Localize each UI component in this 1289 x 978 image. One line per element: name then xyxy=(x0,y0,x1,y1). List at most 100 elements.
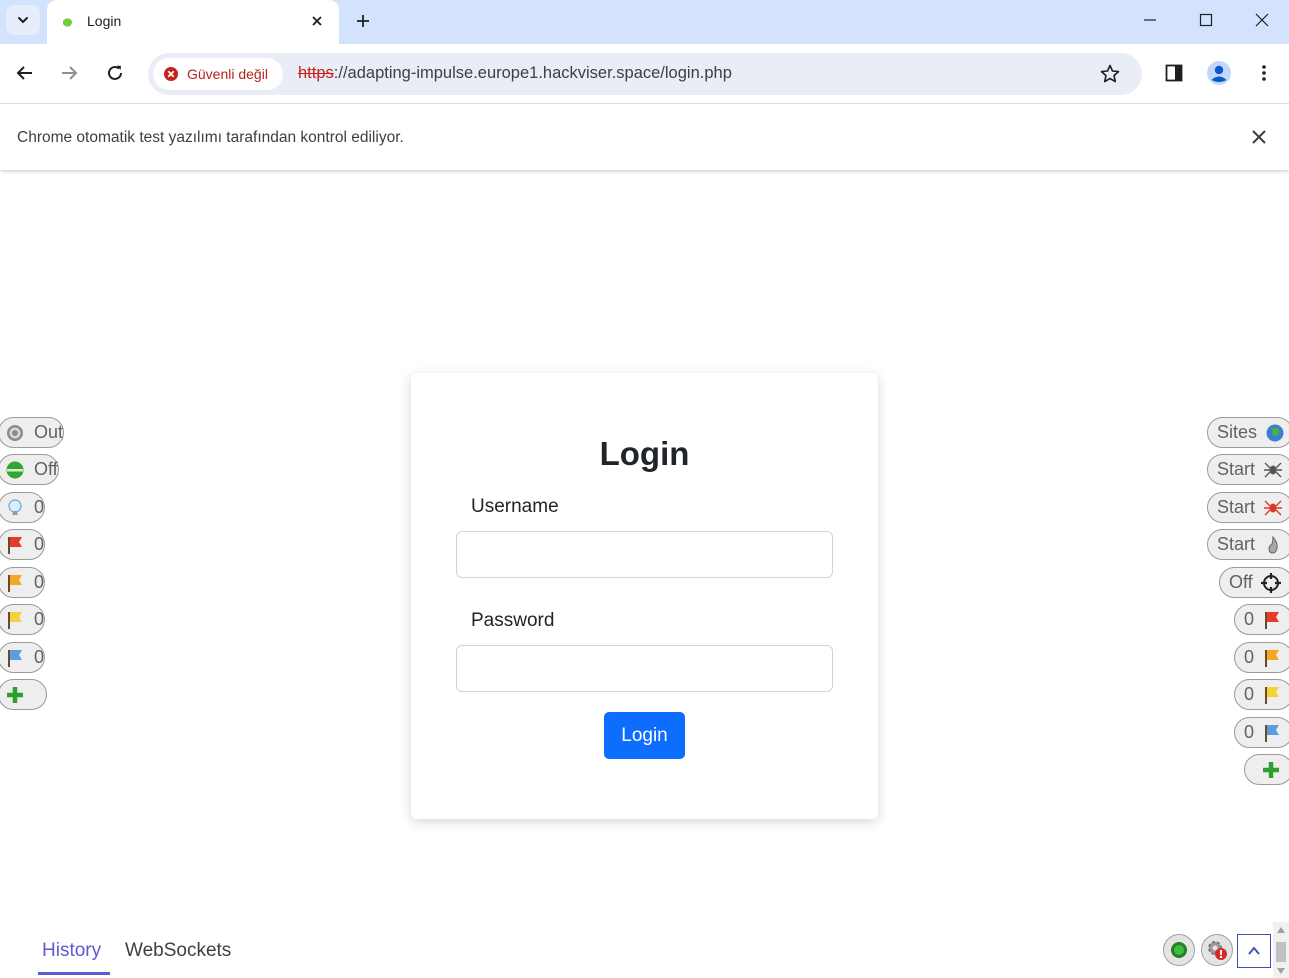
kebab-menu-icon xyxy=(1262,65,1266,81)
hud-attack-mode-label: Off xyxy=(1229,572,1253,592)
active-tab-indicator xyxy=(38,972,110,975)
hud-site-low-count: 0 xyxy=(1244,684,1255,704)
hud-status-button[interactable] xyxy=(1163,934,1195,966)
close-icon xyxy=(1252,130,1266,144)
hud-info-count: 0 xyxy=(34,647,45,667)
hud-spider-button[interactable]: Start xyxy=(1207,454,1289,485)
minimize-icon xyxy=(1144,19,1156,21)
hud-break-button[interactable]: Off xyxy=(0,454,59,485)
red-flag-icon xyxy=(5,535,25,555)
yellow-flag-icon xyxy=(5,610,25,630)
tab-websockets[interactable]: WebSockets xyxy=(125,940,231,962)
reload-icon xyxy=(108,65,122,80)
green-dot-icon xyxy=(5,460,25,480)
orange-flag-icon xyxy=(5,573,25,593)
hud-lightbulb-count: 0 xyxy=(34,497,45,517)
browser-tab[interactable]: Login xyxy=(47,0,339,44)
username-input[interactable] xyxy=(456,531,833,578)
tab-history[interactable]: History xyxy=(42,940,101,962)
forward-button[interactable] xyxy=(54,58,84,88)
profile-button[interactable] xyxy=(1205,59,1233,87)
close-icon xyxy=(1255,13,1269,27)
scroll-up-arrow-icon xyxy=(1277,927,1285,933)
green-dot-icon xyxy=(1171,942,1187,958)
drawer-expand-button[interactable] xyxy=(1237,934,1271,968)
hud-medium-count: 0 xyxy=(34,572,45,592)
login-card: Login Username Password Login xyxy=(411,373,878,819)
hud-low-count: 0 xyxy=(34,609,45,629)
spider-icon xyxy=(1263,460,1283,480)
password-input[interactable] xyxy=(456,645,833,692)
hud-alerts-page-button[interactable]: 0 xyxy=(0,492,46,523)
hud-site-medium-alerts-button[interactable]: 0 xyxy=(1234,642,1289,673)
avatar-icon xyxy=(1207,61,1231,85)
hud-add-site-tool-button[interactable] xyxy=(1244,754,1289,785)
hud-site-high-count: 0 xyxy=(1244,609,1255,629)
security-chip[interactable]: Güvenli değil xyxy=(153,58,283,90)
flame-icon xyxy=(1263,535,1283,555)
hud-site-info-count: 0 xyxy=(1244,722,1255,742)
hud-active-scan-button[interactable]: Start xyxy=(1207,529,1289,560)
plus-icon xyxy=(357,15,369,27)
hud-scope-button[interactable]: Out xyxy=(0,417,65,448)
security-label: Güvenli değil xyxy=(187,66,268,82)
gear-alert-icon xyxy=(1208,941,1227,960)
hud-sites-button[interactable]: Sites xyxy=(1207,417,1289,448)
tab-close-button[interactable] xyxy=(307,11,327,31)
hud-medium-alerts-button[interactable]: 0 xyxy=(0,567,46,598)
arrow-right-icon xyxy=(62,66,78,80)
back-button[interactable] xyxy=(10,58,40,88)
automation-infobar: Chrome otomatik test yazılımı tarafından… xyxy=(0,104,1289,170)
hud-high-count: 0 xyxy=(34,534,45,554)
tab-search-button[interactable] xyxy=(6,5,40,35)
minimize-button[interactable] xyxy=(1122,0,1178,40)
menu-button[interactable] xyxy=(1250,59,1278,87)
password-label: Password xyxy=(471,610,555,631)
scrollbar-thumb[interactable] xyxy=(1276,942,1286,962)
scroll-down-arrow-icon xyxy=(1277,968,1285,974)
globe-icon xyxy=(1265,423,1285,443)
maximize-button[interactable] xyxy=(1178,0,1234,40)
red-flag-icon xyxy=(1262,610,1282,630)
close-icon xyxy=(312,16,322,26)
ajax-spider-icon xyxy=(1263,498,1283,518)
star-icon xyxy=(1100,64,1120,83)
insecure-warning-icon xyxy=(164,67,178,81)
side-panel-button[interactable] xyxy=(1160,59,1188,87)
hud-site-medium-count: 0 xyxy=(1244,647,1255,667)
add-icon xyxy=(1261,760,1281,780)
address-bar[interactable]: Güvenli değil https://adapting-impulse.e… xyxy=(148,53,1142,95)
url-path: ://adapting-impulse.europe1.hackviser.sp… xyxy=(333,64,732,82)
hud-active-scan-label: Start xyxy=(1217,534,1256,554)
add-icon xyxy=(5,685,25,705)
side-panel-icon xyxy=(1165,64,1183,82)
lightbulb-icon xyxy=(5,498,25,518)
hud-site-high-alerts-button[interactable]: 0 xyxy=(1234,604,1289,635)
reload-button[interactable] xyxy=(100,58,130,88)
login-button[interactable]: Login xyxy=(604,712,685,759)
page-title: Login xyxy=(599,435,690,472)
hud-site-low-alerts-button[interactable]: 0 xyxy=(1234,679,1289,710)
hud-info-alerts-button[interactable]: 0 xyxy=(0,642,46,673)
infobar-close-button[interactable] xyxy=(1248,126,1270,148)
url-scheme: https xyxy=(298,64,334,82)
hud-ajax-spider-button[interactable]: Start xyxy=(1207,492,1289,523)
hud-attack-mode-button[interactable]: Off xyxy=(1219,567,1289,598)
bookmark-button[interactable] xyxy=(1098,62,1122,86)
new-tab-button[interactable] xyxy=(350,8,376,34)
scrollbar[interactable] xyxy=(1273,922,1289,978)
hud-settings-button[interactable] xyxy=(1201,934,1233,966)
infobar-message: Chrome otomatik test yazılımı tarafından… xyxy=(17,129,404,146)
hud-break-label: Off xyxy=(34,459,58,479)
arrow-left-icon xyxy=(16,66,32,80)
crosshair-icon xyxy=(1260,572,1281,593)
url-text[interactable]: https://adapting-impulse.europe1.hackvis… xyxy=(298,64,732,83)
hud-add-tool-button[interactable] xyxy=(0,679,47,710)
hud-low-alerts-button[interactable]: 0 xyxy=(0,604,46,635)
hud-site-info-alerts-button[interactable]: 0 xyxy=(1234,717,1289,748)
hud-high-alerts-button[interactable]: 0 xyxy=(0,529,46,560)
tab-strip: Login xyxy=(0,0,1289,44)
window-close-button[interactable] xyxy=(1234,0,1289,40)
target-icon xyxy=(5,423,25,443)
hud-scope-label: Out xyxy=(34,422,64,442)
